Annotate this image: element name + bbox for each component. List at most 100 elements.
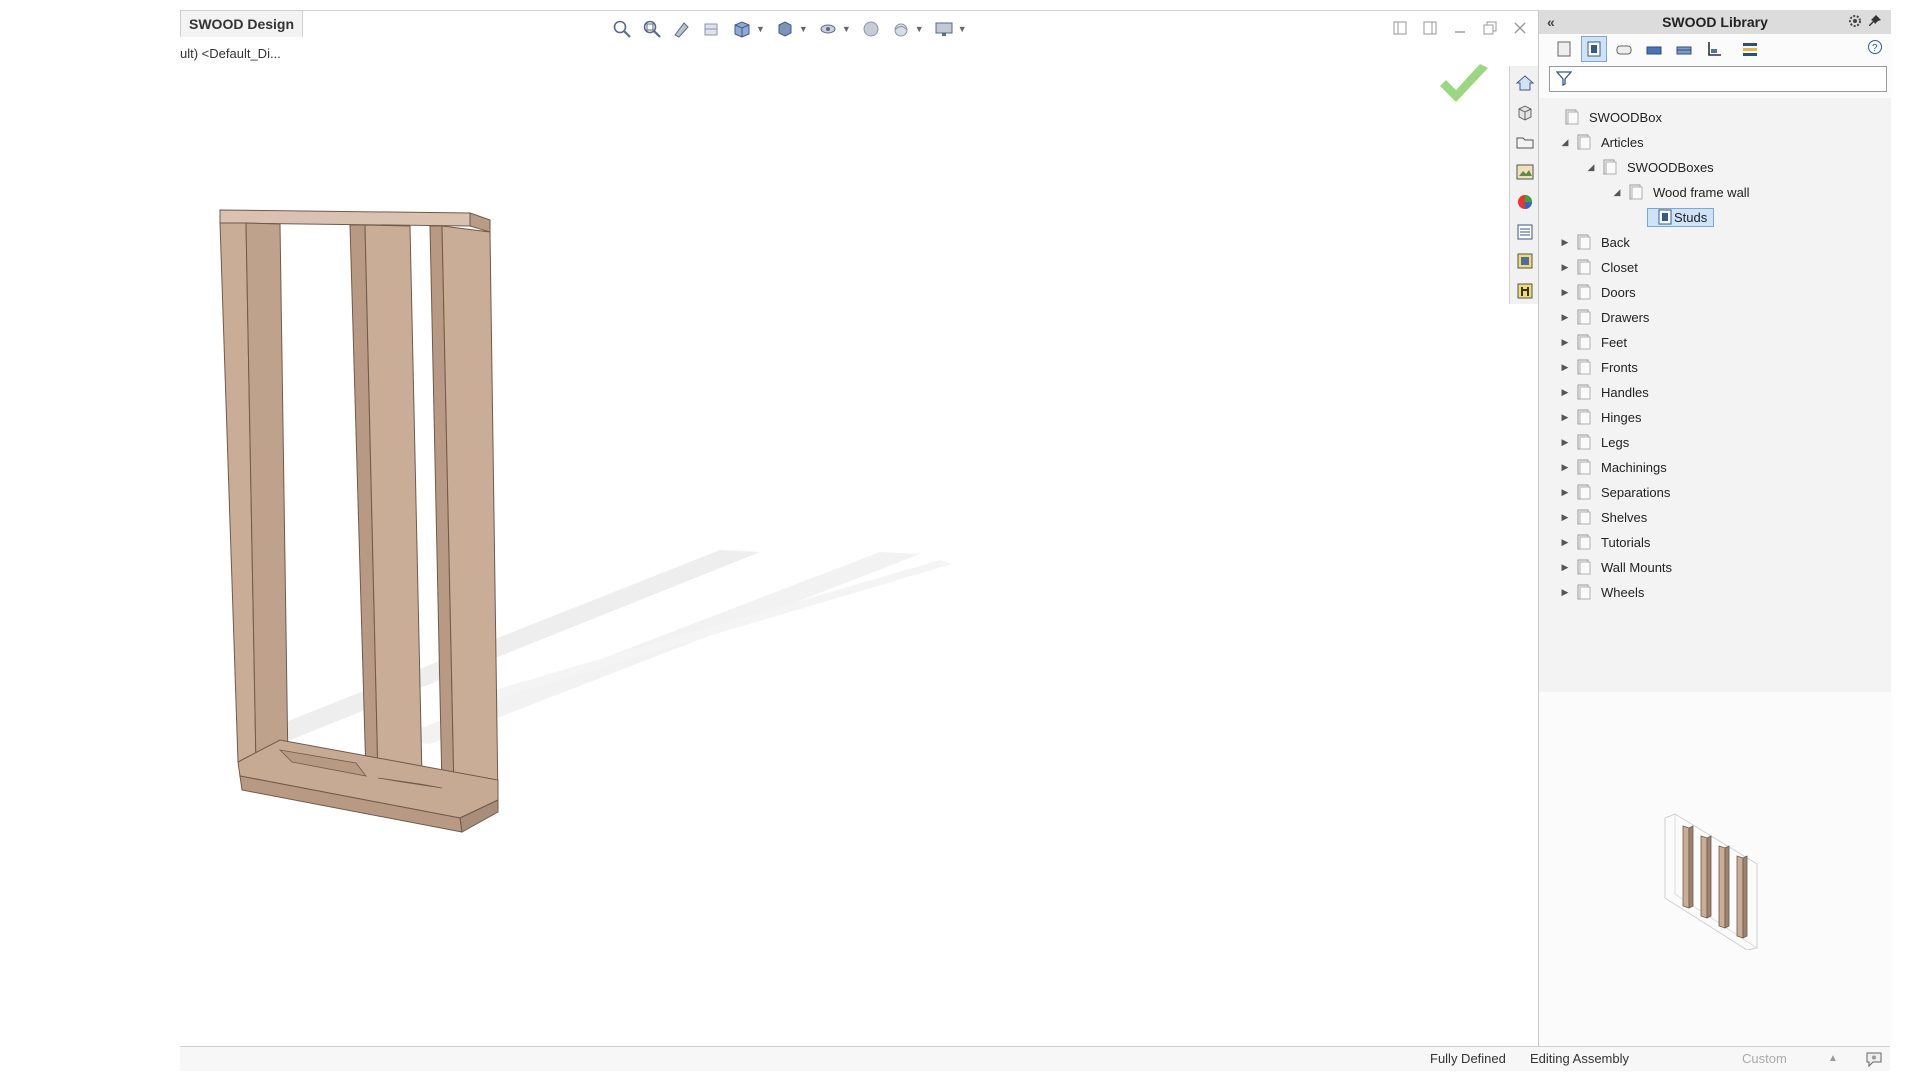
zoom-to-fit-icon[interactable] xyxy=(610,17,634,41)
tooltip-icon[interactable] xyxy=(1864,1049,1884,1072)
tree-item-fronts[interactable]: ▶ Fronts xyxy=(1559,356,1638,378)
chevron-up-icon[interactable]: ▲ xyxy=(1828,1053,1838,1064)
folder-icon xyxy=(1577,384,1591,400)
chevron-right-icon[interactable]: ▶ xyxy=(1559,562,1571,573)
pin-icon[interactable] xyxy=(1867,13,1883,32)
chevron-right-icon[interactable]: ▶ xyxy=(1559,312,1571,323)
panel-icon[interactable] xyxy=(1611,36,1637,62)
chevron-down-icon[interactable]: ▼ xyxy=(915,24,924,34)
chevron-right-icon[interactable]: ▶ xyxy=(1559,587,1571,598)
home-icon[interactable] xyxy=(1511,70,1539,96)
3d-content-icon[interactable] xyxy=(1511,100,1539,126)
gear-icon[interactable] xyxy=(1847,13,1863,32)
chevron-down-icon[interactable]: ◢ xyxy=(1559,137,1571,148)
filter-input[interactable] xyxy=(1549,66,1887,92)
file-explorer-icon[interactable] xyxy=(1511,130,1539,156)
folder-icon xyxy=(1603,159,1617,175)
chevron-down-icon[interactable]: ◢ xyxy=(1611,187,1623,198)
tree-item-doors[interactable]: ▶ Doors xyxy=(1559,281,1636,303)
tree-item-handles[interactable]: ▶ Handles xyxy=(1559,381,1649,403)
chevron-right-icon[interactable]: ▶ xyxy=(1559,362,1571,373)
tree-item-hinges[interactable]: ▶ Hinges xyxy=(1559,406,1641,428)
folder-icon xyxy=(1577,259,1591,275)
folder-icon xyxy=(1577,484,1591,500)
minimize-icon[interactable] xyxy=(1450,18,1470,38)
tree-item-label: Doors xyxy=(1601,284,1636,300)
tree-item-swoodboxes[interactable]: ◢ SWOODBoxes xyxy=(1585,156,1714,178)
door-icon[interactable] xyxy=(1641,36,1667,62)
tree-item-separations[interactable]: ▶ Separations xyxy=(1559,481,1670,503)
chevron-right-icon[interactable]: ▶ xyxy=(1559,337,1571,348)
folder-icon xyxy=(1577,284,1591,300)
chevron-right-icon[interactable]: ▶ xyxy=(1559,462,1571,473)
chevron-right-icon[interactable]: ▶ xyxy=(1559,487,1571,498)
restore-icon[interactable] xyxy=(1480,18,1500,38)
graphics-viewport[interactable] xyxy=(180,60,1538,1042)
view-settings-icon[interactable] xyxy=(932,17,956,41)
top-border xyxy=(180,10,1538,11)
chevron-right-icon[interactable]: ▶ xyxy=(1559,537,1571,548)
chevron-right-icon[interactable]: ▶ xyxy=(1559,237,1571,248)
display-style-icon[interactable] xyxy=(773,17,797,41)
apply-scene-icon[interactable] xyxy=(889,17,913,41)
tree-item-studs[interactable]: Studs xyxy=(1647,206,1715,228)
article-icon[interactable] xyxy=(1551,36,1577,62)
tree-item-back[interactable]: ▶ Back xyxy=(1559,231,1630,253)
tree-item-shelves[interactable]: ▶ Shelves xyxy=(1559,506,1647,528)
layers-icon[interactable] xyxy=(1737,36,1763,62)
library-tree: SWOODBox ◢ Articles ◢ SWOODBoxes ◢ Wood … xyxy=(1539,98,1891,692)
filter-icon[interactable] xyxy=(1555,70,1573,89)
collapse-panel-icon[interactable]: « xyxy=(1547,14,1555,30)
chevron-down-icon[interactable]: ▼ xyxy=(756,24,765,34)
tree-item-wheels[interactable]: ▶ Wheels xyxy=(1559,581,1644,603)
tree-item-closet[interactable]: ▶ Closet xyxy=(1559,256,1638,278)
zoom-to-area-icon[interactable] xyxy=(640,17,664,41)
document-tab[interactable]: SWOOD Design xyxy=(180,10,304,37)
tree-item-machinings[interactable]: ▶ Machinings xyxy=(1559,456,1667,478)
window-controls xyxy=(1390,18,1530,38)
tree-item-feet[interactable]: ▶ Feet xyxy=(1559,331,1627,353)
chevron-right-icon[interactable]: ▶ xyxy=(1559,387,1571,398)
appearances-icon[interactable] xyxy=(1511,189,1539,215)
chevron-right-icon[interactable]: ▶ xyxy=(1559,437,1571,448)
edit-appearance-icon[interactable] xyxy=(859,17,883,41)
tile-left-icon[interactable] xyxy=(1390,18,1410,38)
custom-properties-icon[interactable] xyxy=(1511,219,1539,245)
tree-item-tutorials[interactable]: ▶ Tutorials xyxy=(1559,531,1650,553)
panel-toolbar: ? xyxy=(1539,34,1891,64)
tree-item-wood-frame-wall[interactable]: ◢ Wood frame wall xyxy=(1611,181,1750,203)
help-icon[interactable]: ? xyxy=(1867,39,1883,58)
previous-view-icon[interactable] xyxy=(670,17,694,41)
chevron-right-icon[interactable]: ▶ xyxy=(1559,512,1571,523)
chevron-down-icon[interactable]: ▼ xyxy=(799,24,808,34)
swood-tools-icon[interactable] xyxy=(1511,278,1539,304)
tree-item-wall-mounts[interactable]: ▶ Wall Mounts xyxy=(1559,556,1672,578)
chevron-down-icon[interactable]: ◢ xyxy=(1585,162,1597,173)
swood-library-icon[interactable] xyxy=(1511,249,1539,275)
box-icon[interactable] xyxy=(1581,36,1607,62)
chevron-right-icon[interactable]: ▶ xyxy=(1559,287,1571,298)
tree-item-swoodbox[interactable]: SWOODBox xyxy=(1547,106,1662,128)
tree-item-legs[interactable]: ▶ Legs xyxy=(1559,431,1629,453)
view-orientation-icon[interactable] xyxy=(730,17,754,41)
folder-icon xyxy=(1577,234,1591,250)
heads-up-view-toolbar: ▼ ▼ ▼ ▼ ▼ xyxy=(610,16,969,42)
tree-item-drawers[interactable]: ▶ Drawers xyxy=(1559,306,1649,328)
unit-system-selector[interactable]: Custom xyxy=(1742,1051,1787,1066)
section-view-icon[interactable] xyxy=(700,17,724,41)
view-palette-icon[interactable] xyxy=(1511,159,1539,185)
dimension-icon[interactable] xyxy=(1701,36,1727,62)
tree-item-articles[interactable]: ◢ Articles xyxy=(1559,131,1644,153)
chevron-right-icon[interactable]: ▶ xyxy=(1559,412,1571,423)
wood-frame-wall-model[interactable] xyxy=(180,60,1330,1042)
chevron-down-icon[interactable]: ▼ xyxy=(842,24,851,34)
chevron-right-icon[interactable]: ▶ xyxy=(1559,262,1571,273)
hide-show-icon[interactable] xyxy=(816,17,840,41)
tree-item-label: SWOODBox xyxy=(1589,109,1662,125)
folder-icon xyxy=(1577,434,1591,450)
drawer-icon[interactable] xyxy=(1671,36,1697,62)
tile-right-icon[interactable] xyxy=(1420,18,1440,38)
close-icon[interactable] xyxy=(1510,18,1530,38)
chevron-down-icon[interactable]: ▼ xyxy=(958,24,967,34)
configuration-text: ult) <Default_Di... xyxy=(180,46,281,61)
